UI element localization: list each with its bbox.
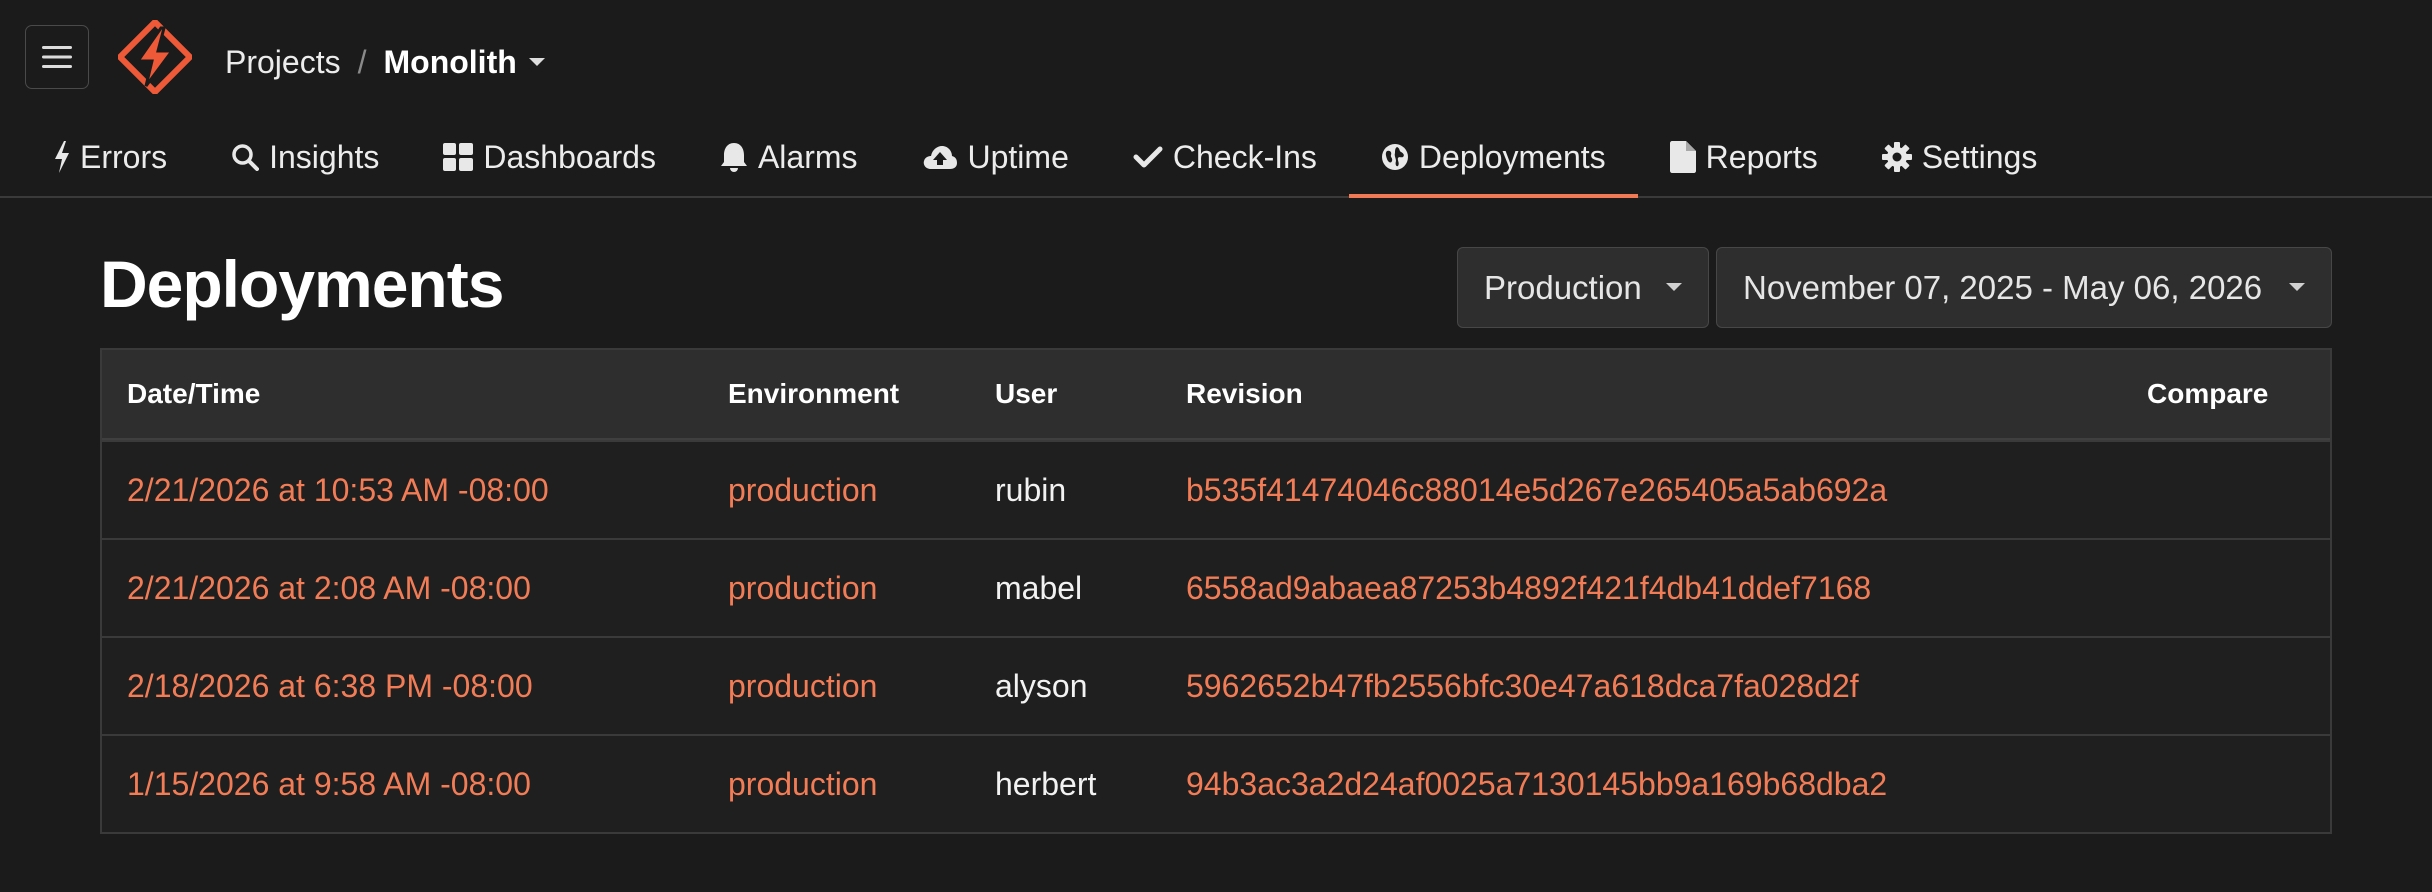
deployment-environment-link[interactable]: production <box>728 766 877 803</box>
check-icon <box>1133 146 1163 168</box>
deployment-revision-link[interactable]: 94b3ac3a2d24af0025a7130145bb9a169b68dba2 <box>1186 766 1887 803</box>
tab-label: Alarms <box>757 138 858 175</box>
tab-insights[interactable]: Insights <box>199 118 411 196</box>
tab-dashboards[interactable]: Dashboards <box>411 118 688 196</box>
table-row: 2/18/2026 at 6:38 PM -08:00 production a… <box>102 636 2330 734</box>
deployment-user: alyson <box>995 667 1088 704</box>
breadcrumb: Projects / Monolith <box>225 38 545 86</box>
chevron-down-icon <box>1666 283 1682 291</box>
column-header-environment: Environment <box>728 378 900 409</box>
bolt-icon <box>55 141 69 173</box>
tab-label: Settings <box>1921 138 2038 175</box>
chevron-down-icon <box>2289 283 2305 291</box>
deployment-environment-link[interactable]: production <box>728 570 877 607</box>
main-nav: Errors Insights Dashboards Alarms Uptime <box>0 118 2432 198</box>
globe-icon <box>1381 144 1408 170</box>
deployment-user: mabel <box>995 569 1083 606</box>
tab-label: Insights <box>269 138 380 175</box>
menu-button[interactable] <box>25 25 89 89</box>
column-header-compare: Compare <box>2147 378 2269 409</box>
hamburger-icon <box>42 46 72 68</box>
tab-uptime[interactable]: Uptime <box>890 118 1101 196</box>
tab-deployments[interactable]: Deployments <box>1348 118 1638 198</box>
tab-label: Check-Ins <box>1172 138 1317 175</box>
tab-label: Deployments <box>1418 138 1606 175</box>
table-row: 2/21/2026 at 2:08 AM -08:00 production m… <box>102 538 2330 636</box>
chevron-down-icon <box>528 58 545 66</box>
column-header-datetime: Date/Time <box>127 378 261 409</box>
tab-label: Errors <box>80 138 168 175</box>
deployment-revision-link[interactable]: 5962652b47fb2556bfc30e47a618dca7fa028d2f <box>1186 668 1859 705</box>
deployment-revision-link[interactable]: 6558ad9abaea87253b4892f421f4db41ddef7168 <box>1186 570 1871 607</box>
project-switcher[interactable]: Monolith <box>383 43 545 81</box>
date-range-select[interactable]: November 07, 2025 - May 06, 2026 <box>1716 247 2332 328</box>
table-row: 2/21/2026 at 10:53 AM -08:00 production … <box>102 440 2330 538</box>
file-icon <box>1669 141 1696 173</box>
lightning-bolt-logo[interactable] <box>118 20 192 94</box>
deployment-environment-link[interactable]: production <box>728 472 877 509</box>
bell-icon <box>720 143 747 172</box>
deployment-datetime-link[interactable]: 2/21/2026 at 2:08 AM -08:00 <box>127 570 531 607</box>
tab-label: Dashboards <box>483 138 656 175</box>
deployment-revision-link[interactable]: b535f41474046c88014e5d267e265405a5ab692a <box>1186 472 1887 509</box>
grid-icon <box>443 143 474 171</box>
column-header-revision: Revision <box>1186 378 1303 409</box>
breadcrumb-separator: / <box>357 43 367 80</box>
date-range-value: November 07, 2025 - May 06, 2026 <box>1743 268 2263 306</box>
breadcrumb-projects-link[interactable]: Projects <box>225 44 341 81</box>
project-name: Monolith <box>383 43 517 80</box>
deployment-datetime-link[interactable]: 1/15/2026 at 9:58 AM -08:00 <box>127 766 531 803</box>
tab-settings[interactable]: Settings <box>1850 118 2070 196</box>
page-title: Deployments <box>100 247 504 321</box>
deployment-user: rubin <box>995 471 1067 508</box>
deployment-datetime-link[interactable]: 2/21/2026 at 10:53 AM -08:00 <box>127 472 549 509</box>
tab-label: Uptime <box>967 138 1069 175</box>
deployment-user: herbert <box>995 765 1097 802</box>
top-bar: Projects / Monolith <box>0 0 2432 118</box>
search-icon <box>232 144 260 171</box>
tab-errors[interactable]: Errors <box>32 118 199 196</box>
environment-select[interactable]: Production <box>1457 247 1709 328</box>
table-header: Date/Time Environment User Revision Comp… <box>102 350 2330 440</box>
column-header-user: User <box>995 378 1058 409</box>
deployments-table: Date/Time Environment User Revision Comp… <box>100 348 2332 834</box>
tab-label: Reports <box>1705 138 1818 175</box>
tab-alarms[interactable]: Alarms <box>688 118 890 196</box>
gear-icon <box>1881 142 1912 172</box>
cloud-upload-icon <box>923 146 957 169</box>
deployment-environment-link[interactable]: production <box>728 668 877 705</box>
environment-select-value: Production <box>1484 268 1642 306</box>
tab-reports[interactable]: Reports <box>1638 118 1850 196</box>
deployment-datetime-link[interactable]: 2/18/2026 at 6:38 PM -08:00 <box>127 668 533 705</box>
table-row: 1/15/2026 at 9:58 AM -08:00 production h… <box>102 734 2330 832</box>
tab-check-ins[interactable]: Check-Ins <box>1101 118 1349 196</box>
